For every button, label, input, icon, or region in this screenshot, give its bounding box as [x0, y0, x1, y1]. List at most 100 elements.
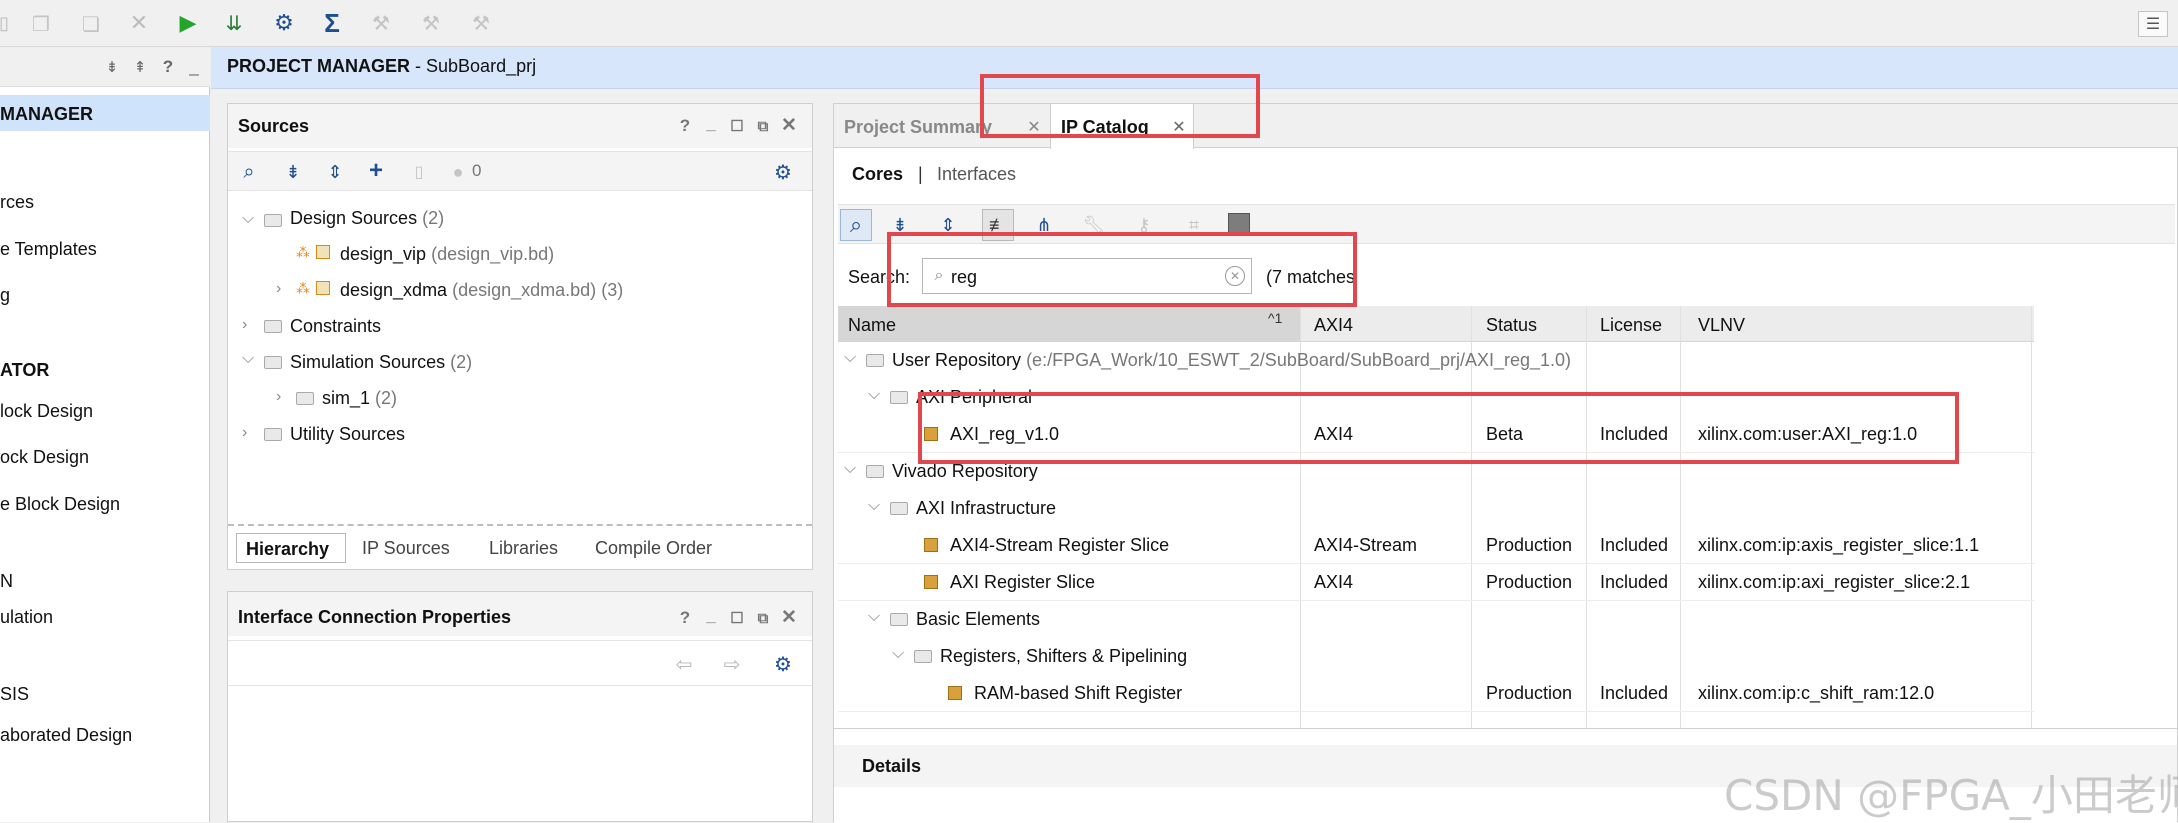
nav-generate-block-design[interactable]: e Block Design — [0, 494, 120, 515]
cell-vlnv: xilinx.com:ip:c_shift_ram:12.0 — [1698, 683, 1935, 703]
minimize-icon[interactable]: _ — [702, 606, 720, 626]
tree-design-xdma[interactable]: design_xdma (design_xdma.bd) (3) — [340, 280, 623, 301]
collapse-all-icon[interactable]: ⇟ — [104, 57, 120, 77]
interface-props-toolbar: ⇦ ⇨ ⚙ — [228, 640, 812, 686]
source-file-properties-icon[interactable]: ▯ — [408, 161, 430, 183]
cell-license: Included — [1600, 683, 1669, 703]
nav-open-block-design[interactable]: ock Design — [0, 447, 89, 468]
nav-run-simulation[interactable]: ulation — [0, 607, 53, 628]
add-sources-icon[interactable]: + — [364, 157, 388, 184]
menu-icon[interactable]: ☰ — [2138, 11, 2168, 37]
nav-simulation[interactable]: N — [0, 571, 13, 592]
tab-compile-order[interactable]: Compile Order — [595, 538, 712, 559]
chevron-down-icon[interactable]: ⌵ — [868, 497, 880, 515]
forward-arrow-icon[interactable]: ⇨ — [720, 653, 744, 676]
back-arrow-icon[interactable]: ⇦ — [672, 653, 696, 676]
nav-create-block-design[interactable]: lock Design — [0, 401, 93, 422]
cell-vlnv: xilinx.com:ip:axis_register_slice:1.1 — [1698, 535, 1980, 555]
search-icon[interactable]: ⌕ — [238, 161, 260, 183]
cell-license: Included — [1600, 535, 1669, 555]
folder-icon — [890, 613, 908, 626]
maximize-icon[interactable]: ☐ — [728, 116, 746, 136]
help-icon[interactable]: ? — [676, 608, 694, 628]
gear-icon[interactable]: ⚙ — [772, 161, 794, 184]
gear-icon[interactable]: ⚙ — [272, 10, 296, 35]
chevron-down-icon[interactable]: ⌵ — [242, 350, 254, 368]
close-icon[interactable]: ✕ — [780, 115, 798, 136]
ip-core-icon — [948, 686, 962, 700]
maximize-icon[interactable]: ☐ — [728, 608, 746, 628]
help-icon[interactable]: ? — [676, 116, 694, 136]
wand-icon[interactable]: ⚒ — [370, 12, 392, 35]
chevron-right-icon[interactable]: › — [242, 316, 247, 334]
tree-design-vip[interactable]: design_vip (design_vip.bd) — [340, 244, 554, 265]
copy-icon[interactable]: ▯ — [0, 13, 9, 33]
chevron-right-icon[interactable]: › — [242, 424, 247, 442]
collapse-all-icon[interactable]: ⇟ — [282, 161, 304, 183]
header-name-cell[interactable] — [838, 306, 1300, 342]
expand-all-icon[interactable]: ⇕ — [324, 161, 346, 183]
tree-constraints[interactable]: Constraints — [290, 316, 381, 337]
nav-language-templates[interactable]: e Templates — [0, 239, 97, 260]
tab-hierarchy[interactable]: Hierarchy — [236, 533, 346, 563]
search-icon[interactable]: ⌕ — [840, 209, 872, 241]
header-vlnv[interactable]: VLNV — [1698, 315, 1745, 336]
sort-indicator: ^1 — [1268, 310, 1283, 326]
tree-simulation-sources[interactable]: Simulation Sources (2) — [290, 352, 472, 373]
close-icon[interactable]: ✕ — [128, 10, 150, 35]
nav-rtl-analysis[interactable]: SIS — [0, 684, 29, 705]
close-icon[interactable]: ✕ — [780, 607, 798, 628]
chevron-right-icon[interactable]: › — [276, 280, 281, 298]
tab-libraries[interactable]: Libraries — [489, 538, 558, 559]
nav-ip-integrator[interactable]: ATOR — [0, 360, 49, 381]
chevron-down-icon[interactable]: ⌵ — [242, 210, 254, 228]
header-status[interactable]: Status — [1486, 315, 1537, 336]
wand-icon[interactable]: ⚒ — [420, 12, 442, 35]
gear-icon[interactable]: ⚙ — [772, 653, 794, 676]
minimize-icon[interactable]: _ — [186, 57, 202, 77]
tree-design-sources[interactable]: Design Sources (2) — [290, 208, 444, 229]
chevron-right-icon[interactable]: › — [276, 388, 281, 406]
float-icon[interactable]: ⧉ — [754, 608, 772, 628]
highlight-box-axi-reg-row — [918, 392, 1959, 464]
simulation-sources-label: Simulation Sources — [290, 352, 446, 372]
chevron-down-icon[interactable]: ⌵ — [844, 349, 856, 367]
expand-all-icon[interactable]: ⇞ — [132, 57, 148, 77]
sigma-icon[interactable]: Σ — [320, 8, 344, 38]
tab-ip-sources[interactable]: IP Sources — [362, 538, 450, 559]
nav-add-sources[interactable]: rces — [0, 192, 34, 213]
table-row[interactable]: AXI4-Stream Register Slice AXI4-Stream P… — [838, 527, 2034, 564]
table-row[interactable]: ⌵ User Repository (e:/FPGA_Work/10_ESWT_… — [838, 342, 2034, 379]
folder-icon — [264, 356, 282, 369]
cell-status: Production — [1486, 683, 1573, 703]
table-row[interactable]: ⌵ Registers, Shifters & Pipelining — [838, 638, 2034, 675]
table-row[interactable]: AXI Register Slice AXI4 Production Inclu… — [838, 564, 2034, 601]
nav-project-manager[interactable]: MANAGER — [0, 104, 93, 125]
subtab-cores[interactable]: Cores — [852, 164, 903, 185]
download-icon[interactable]: ⇊ — [222, 11, 246, 35]
tree-sim-1[interactable]: sim_1 (2) — [322, 388, 397, 409]
copy-icon[interactable]: ❐ — [30, 13, 52, 36]
chevron-down-icon[interactable]: ⌵ — [868, 386, 880, 404]
run-icon[interactable]: ▶ — [176, 10, 200, 35]
nav-open-elaborated-design[interactable]: aborated Design — [0, 725, 132, 746]
chevron-down-icon[interactable]: ⌵ — [892, 645, 904, 663]
float-icon[interactable]: ⧉ — [754, 116, 772, 136]
sources-title: Sources — [238, 116, 310, 136]
table-row[interactable]: RAM-based Shift Register Production Incl… — [838, 675, 2034, 712]
table-row[interactable]: ⌵ Basic Elements — [838, 601, 2034, 638]
paste-icon[interactable]: ❏ — [80, 13, 102, 36]
header-axi4[interactable]: AXI4 — [1314, 315, 1353, 336]
subtab-interfaces[interactable]: Interfaces — [937, 164, 1016, 185]
chevron-down-icon[interactable]: ⌵ — [844, 460, 856, 478]
chevron-down-icon[interactable]: ⌵ — [868, 608, 880, 626]
header-license[interactable]: License — [1600, 315, 1662, 336]
folder-icon — [890, 502, 908, 515]
minimize-icon[interactable]: _ — [702, 114, 720, 134]
tree-utility-sources[interactable]: Utility Sources — [290, 424, 405, 445]
wand-icon[interactable]: ⚒ — [470, 12, 492, 35]
nav-ip-catalog[interactable]: g — [0, 285, 10, 306]
header-name[interactable]: Name — [848, 315, 896, 336]
table-row[interactable]: ⌵ AXI Infrastructure — [838, 490, 2034, 527]
help-icon[interactable]: ? — [160, 57, 176, 77]
